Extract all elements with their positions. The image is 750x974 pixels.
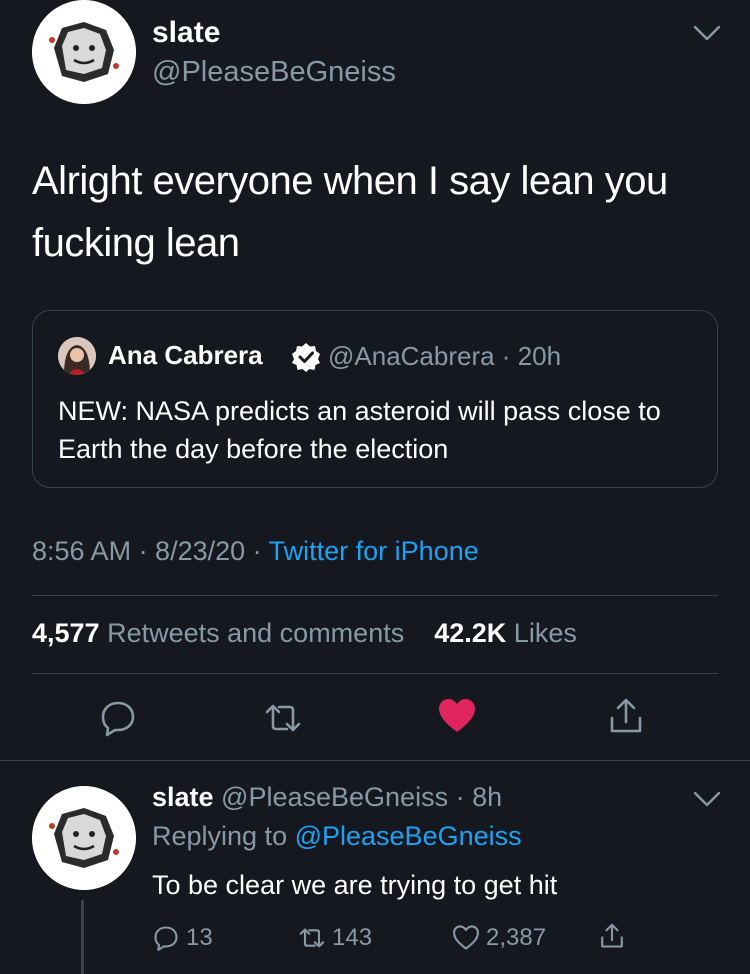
divider: [32, 595, 718, 596]
reply-like-count: 2,387: [486, 924, 547, 951]
reply-author-name[interactable]: slate: [152, 782, 214, 812]
likes-stat[interactable]: 42.2K Likes: [434, 618, 577, 648]
reply-comment-count: 13: [186, 924, 213, 951]
author-name[interactable]: slate: [152, 16, 220, 50]
retweet-icon: [299, 928, 325, 948]
thread-line: [81, 900, 84, 974]
reply-header: slate @PleaseBeGneiss · 8h: [152, 782, 502, 813]
retweets-count: 4,577: [32, 618, 100, 648]
reply-retweet-count: 143: [332, 924, 373, 951]
reply-text: To be clear we are trying to get hit: [152, 870, 558, 900]
quoted-author-name[interactable]: Ana Cabrera: [108, 340, 263, 371]
replying-to: Replying to @PleaseBeGneiss: [152, 821, 522, 852]
reply-retweet-button[interactable]: 143: [298, 924, 372, 952]
share-icon[interactable]: [606, 696, 646, 736]
comment-icon[interactable]: [98, 698, 138, 738]
retweet-icon[interactable]: [263, 698, 303, 738]
tweet-timestamp: 8:56 AM · 8/23/20 · Twitter for iPhone: [32, 536, 479, 567]
comment-icon: [154, 926, 178, 951]
quoted-author-avatar[interactable]: [58, 337, 96, 375]
author-avatar[interactable]: [32, 0, 136, 104]
tweet-text: Alright everyone when I say lean you fuc…: [32, 159, 668, 265]
rock-cartoon-icon: [32, 0, 136, 104]
divider: [32, 673, 718, 674]
quoted-meta: @AnaCabrera · 20h: [328, 341, 562, 371]
quoted-tweet-text: NEW: NASA predicts an asteroid will pass…: [58, 396, 661, 464]
retweets-stat[interactable]: 4,577 Retweets and comments: [32, 618, 404, 648]
rock-cartoon-icon: [32, 786, 136, 890]
reply-comment-button[interactable]: 13: [152, 924, 213, 952]
replying-to-label: Replying to: [152, 821, 295, 851]
reply-share-button[interactable]: [598, 922, 626, 950]
tweet-source-link[interactable]: Twitter for iPhone: [269, 536, 479, 566]
retweets-label: Retweets and comments: [99, 618, 405, 648]
reply-meta[interactable]: @PleaseBeGneiss · 8h: [214, 782, 502, 812]
reply-author-avatar[interactable]: [32, 786, 136, 890]
timestamp-date[interactable]: 8:56 AM · 8/23/20 ·: [32, 536, 269, 566]
person-avatar-icon: [58, 337, 96, 375]
replying-to-handle[interactable]: @PleaseBeGneiss: [295, 821, 522, 851]
heart-outline-icon: [453, 925, 479, 950]
reply-like-button[interactable]: 2,387: [452, 924, 546, 952]
engagement-stats: 4,577 Retweets and comments 42.2K Likes: [32, 618, 577, 649]
author-handle[interactable]: @PleaseBeGneiss: [152, 56, 396, 89]
likes-count: 42.2K: [434, 618, 507, 648]
share-icon: [601, 923, 623, 948]
heart-filled-icon[interactable]: [437, 696, 477, 736]
chevron-down-icon[interactable]: [692, 22, 722, 44]
verified-badge-icon: [292, 343, 320, 372]
chevron-down-icon[interactable]: [692, 788, 722, 810]
thread-separator: [0, 760, 750, 761]
likes-label: Likes: [506, 618, 577, 648]
